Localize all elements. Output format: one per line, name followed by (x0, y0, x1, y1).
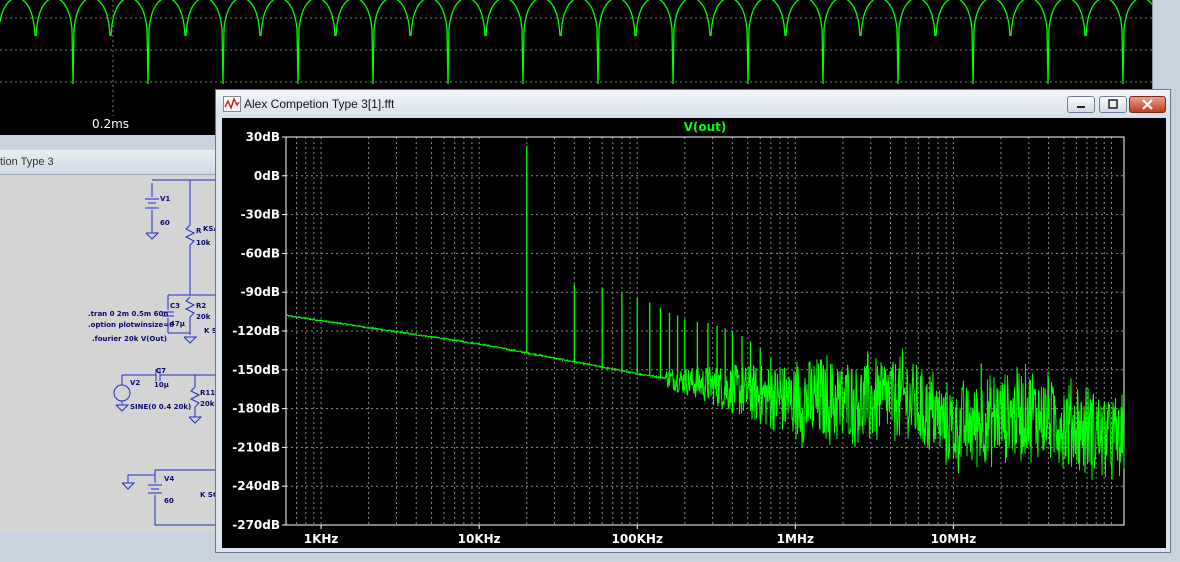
fft-window-title: Alex Competion Type 3[1].fft (244, 97, 395, 111)
component-label: V1 (160, 195, 171, 203)
y-tick-label: -270dB (232, 518, 280, 532)
y-tick-label: 30dB (246, 130, 280, 144)
chart-title: V(out) (684, 120, 727, 134)
grid (286, 136, 1124, 526)
close-icon (1142, 99, 1153, 110)
y-tick-label: -150dB (232, 363, 280, 377)
y-tick-label: -210dB (232, 440, 280, 454)
y-tick-label: -90dB (241, 285, 280, 299)
component-value: 10k (196, 239, 211, 247)
minimize-icon (1077, 106, 1085, 108)
schematic-window-titlebar[interactable]: tion Type 3 (0, 150, 230, 175)
series-line (285, 314, 1125, 481)
minimize-button[interactable] (1067, 96, 1095, 113)
schematic-canvas[interactable]: V1 60 R 10k KSA C3 47µ R2 20k K S .tran … (0, 175, 220, 531)
y-tick-label: -120dB (232, 324, 280, 338)
component-label: V4 (164, 475, 175, 483)
component-value: 60 (164, 497, 174, 505)
component-value: 60 (160, 219, 170, 227)
component-label: C3 (170, 302, 181, 310)
x-tick-label: 10MHz (931, 532, 977, 546)
component-label: V2 (130, 379, 141, 387)
time-tick-label: 0.2ms (92, 117, 130, 131)
fft-plot-area[interactable]: V(out) 30dB 0dB -30dB -60dB -90dB -120dB -150dB… (222, 118, 1166, 548)
maximize-button[interactable] (1099, 96, 1127, 113)
fft-plot-window[interactable]: Alex Competion Type 3[1].fft V(out) 30dB 0… (215, 89, 1171, 553)
component-label: C7 (156, 367, 167, 375)
spice-directive-fourier[interactable]: .fourier 20k V(Out) (92, 335, 167, 343)
y-tick-label: -60dB (241, 246, 280, 260)
fft-chart[interactable]: V(out) 30dB 0dB -30dB -60dB -90dB -120dB -150dB… (222, 118, 1166, 548)
schematic-window-title: tion Type 3 (0, 156, 54, 168)
component-value: SINE(0 0.4 20k) (130, 403, 192, 411)
x-tick-label: 1MHz (777, 532, 814, 546)
component-value: 20k (196, 313, 211, 321)
waveform-app-icon (223, 96, 241, 112)
close-button[interactable] (1129, 96, 1166, 113)
maximize-icon (1108, 99, 1118, 109)
component-label: R11 (200, 389, 216, 397)
y-tick-label: 0dB (254, 169, 280, 183)
schematic-wiring (113, 179, 220, 526)
spice-directive-option[interactable]: .option plotwinsize=0 (88, 321, 174, 329)
y-tick-label: -180dB (232, 402, 280, 416)
transient-trace (0, 0, 1152, 85)
component-label: R2 (196, 302, 207, 310)
fft-window-titlebar[interactable]: Alex Competion Type 3[1].fft (216, 90, 1170, 118)
spice-directive-tran[interactable]: .tran 0 2m 0.5m 60n (88, 310, 168, 318)
component-value: 20k (200, 400, 215, 408)
y-tick-label: -30dB (241, 208, 280, 222)
component-label: R (196, 227, 202, 235)
component-value: 10µ (154, 381, 169, 389)
y-tick-label: -240dB (232, 479, 280, 493)
x-tick-label: 1KHz (304, 532, 339, 546)
x-tick-label: 100KHz (612, 532, 663, 546)
x-tick-label: 10KHz (458, 532, 501, 546)
